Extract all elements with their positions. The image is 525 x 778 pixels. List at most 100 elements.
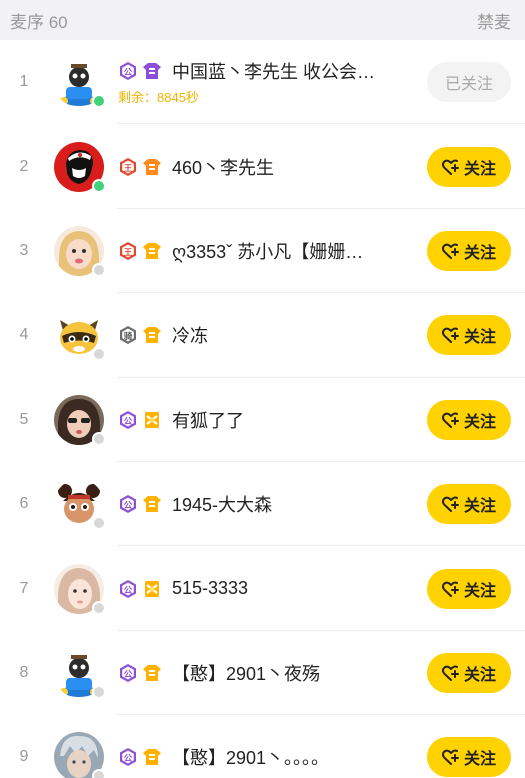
svg-text:公: 公	[124, 68, 133, 78]
user-name: ღ3353ˇ 苏小凡【姗姗…	[172, 241, 364, 262]
follow-label: 已关注	[444, 76, 493, 94]
shirt-badge-yellow-icon	[142, 241, 162, 261]
ribbon-badge-yellow-icon	[142, 410, 162, 430]
ribbon-badge-yellow-icon	[142, 579, 162, 599]
heart-plus-icon	[441, 496, 464, 513]
follow-button[interactable]: 关注	[427, 568, 511, 609]
queue-index: 9	[19, 748, 29, 766]
heart-plus-icon	[441, 665, 464, 681]
online-status-dot	[92, 178, 106, 193]
gong-badge-purple-icon: 公	[118, 61, 138, 81]
mic-queue-row[interactable]: 3 王 ღ3353ˇ 苏小凡【姗姗… 关注	[0, 209, 525, 294]
heart-plus-icon	[441, 327, 464, 344]
queue-index: 3	[19, 241, 29, 259]
follow-label: 关注	[463, 244, 496, 262]
queue-index: 6	[19, 495, 29, 513]
shirt-badge-orange-icon	[142, 157, 162, 177]
svg-text:公: 公	[124, 585, 133, 595]
mic-queue-row[interactable]: 7 公 515-3333 关注	[0, 546, 525, 631]
online-status-dot	[92, 94, 106, 109]
gong-badge-purple-icon: 公	[118, 410, 138, 430]
svg-text:公: 公	[124, 670, 133, 680]
queue-index: 5	[19, 410, 29, 428]
svg-text:王: 王	[124, 248, 133, 258]
follow-label: 关注	[463, 582, 496, 600]
gong-badge-purple-icon: 公	[118, 579, 138, 599]
queue-index: 2	[19, 157, 29, 175]
mic-queue-row[interactable]: 6 公 1945-大大森 关注	[0, 462, 525, 547]
user-info: 王 460丶李先生	[104, 154, 427, 180]
user-name: 有狐了了	[172, 410, 244, 431]
user-info: 骑 冷冻	[104, 322, 427, 348]
offline-status-dot	[92, 600, 106, 615]
shirt-badge-purple-icon	[142, 61, 162, 81]
mic-queue-title: 麦序 60	[10, 12, 68, 32]
mic-queue-list: 1 公中国蓝丶李先生 收公会… 剩余：8845秒 已关注 2 王 460丶李先生 关注 3 王 ღ3…	[0, 40, 525, 778]
heart-plus-icon	[441, 749, 464, 766]
wang-badge-red-icon: 王	[118, 157, 138, 177]
offline-status-dot	[92, 516, 106, 531]
follow-button[interactable]: 关注	[427, 315, 511, 356]
user-info: 公 有狐了了	[104, 407, 427, 433]
svg-text:王: 王	[124, 163, 133, 173]
shirt-badge-yellow-icon	[142, 663, 162, 683]
mic-queue-row[interactable]: 1 公 中国蓝丶李先生 收公会… 剩余：8845秒 已关注	[0, 40, 525, 125]
shirt-badge-yellow-icon	[142, 747, 162, 767]
follow-button[interactable]: 关注	[427, 146, 511, 187]
queue-index: 7	[19, 579, 29, 597]
shirt-badge-yellow-icon	[142, 494, 162, 514]
follow-button[interactable]: 关注	[427, 230, 511, 271]
user-info: 王 ღ3353ˇ 苏小凡【姗姗…	[104, 238, 427, 264]
user-info: 公 【憨】2901丶夜殇	[104, 660, 427, 686]
ban-mic-button[interactable]: 禁麦	[477, 8, 511, 33]
avatar[interactable]	[54, 57, 106, 109]
shirt-badge-yellow-icon	[142, 325, 162, 345]
heart-plus-icon	[441, 581, 464, 597]
avatar[interactable]	[54, 225, 106, 277]
avatar[interactable]	[54, 732, 106, 778]
avatar[interactable]	[54, 310, 106, 362]
mic-queue-row[interactable]: 2 王 460丶李先生 关注	[0, 124, 525, 209]
top-bar: 麦序 60 禁麦	[0, 0, 525, 40]
mic-queue-row[interactable]: 8 公 【憨】2901丶夜殇 关注	[0, 631, 525, 716]
avatar[interactable]	[54, 647, 106, 699]
follow-label: 关注	[463, 413, 496, 431]
svg-text:公: 公	[124, 754, 133, 764]
offline-status-dot	[92, 431, 106, 446]
user-name: 中国蓝丶李先生 收公会…	[172, 62, 375, 83]
queue-index: 4	[19, 326, 29, 344]
heart-plus-icon	[441, 243, 464, 259]
follow-button[interactable]: 关注	[427, 484, 511, 525]
user-info: 公 1945-大大森	[104, 491, 427, 517]
user-name: 515-3333	[172, 578, 249, 599]
knight-badge-gray-icon: 骑	[118, 325, 138, 345]
offline-status-dot	[92, 262, 106, 277]
remaining-time: 剩余：8845秒	[118, 90, 199, 106]
offline-status-dot	[92, 347, 106, 362]
user-name: 1945-大大森	[172, 495, 273, 516]
followed-button[interactable]: 已关注	[427, 62, 511, 103]
wang-badge-red-icon: 王	[118, 241, 138, 261]
gong-badge-purple-icon: 公	[118, 663, 138, 683]
mic-queue-row[interactable]: 4 骑 冷冻 关注	[0, 293, 525, 378]
heart-plus-icon	[441, 159, 464, 175]
offline-status-dot	[92, 769, 106, 778]
mic-queue-row[interactable]: 9 公 【憨】2901丶。。。。 关注	[0, 715, 525, 778]
user-name: 【憨】2901丶夜殇	[172, 663, 321, 684]
follow-label: 关注	[463, 160, 496, 178]
gong-badge-purple-icon: 公	[118, 494, 138, 514]
follow-button[interactable]: 关注	[427, 399, 511, 440]
avatar[interactable]	[54, 479, 106, 531]
mic-queue-row[interactable]: 5 公 有狐了了 关注	[0, 378, 525, 462]
avatar[interactable]	[54, 563, 106, 615]
follow-label: 关注	[463, 751, 496, 769]
gong-badge-purple-icon: 公	[118, 747, 138, 767]
follow-button[interactable]: 关注	[427, 652, 511, 693]
follow-button[interactable]: 关注	[427, 737, 511, 778]
svg-text:公: 公	[124, 501, 133, 511]
avatar[interactable]	[54, 141, 106, 193]
user-info: 公 【憨】2901丶。。。。	[104, 744, 427, 770]
avatar[interactable]	[54, 394, 106, 446]
follow-label: 关注	[463, 498, 496, 516]
heart-plus-icon	[441, 412, 464, 428]
